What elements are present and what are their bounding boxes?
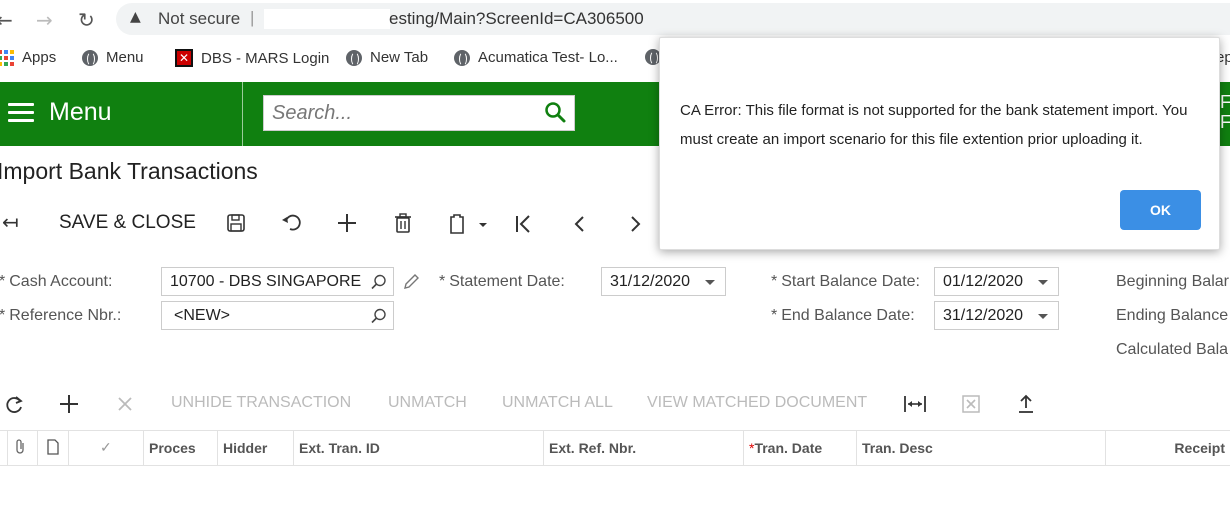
globe-icon [454,49,470,66]
export-excel-icon[interactable] [961,394,981,414]
column-receipt[interactable]: Receipt [1106,431,1230,465]
error-dialog: CA Error: This file format is not suppor… [659,37,1220,250]
lookup-icon[interactable] [371,274,387,290]
address-separator: | [250,8,255,27]
url-text[interactable]: esting/Main?ScreenId=CA306500 [389,9,644,29]
save-icon[interactable] [226,213,246,233]
globe-icon [82,49,98,66]
edit-pencil-icon[interactable] [402,273,420,291]
header-right-partial[interactable]: FF [1220,92,1230,132]
statement-date-field[interactable]: 31/12/2020 [601,267,726,296]
delete-icon[interactable] [394,213,412,233]
unhide-transaction-button[interactable]: UNHIDE TRANSACTION [171,394,351,412]
globe-icon [346,49,362,66]
bookmark-new-tab[interactable]: New Tab [346,49,428,66]
address-bar[interactable]: ▲ Not secure | esting/Main?ScreenId=CA30… [116,3,1230,35]
save-close-button[interactable]: SAVE & CLOSE [59,212,196,234]
row-selector-column[interactable] [0,431,8,465]
bookmark-label: New Tab [370,49,429,66]
unmatch-button[interactable]: UNMATCH [388,394,467,412]
bookmark-label: DBS - MARS Login [201,49,330,67]
error-message: CA Error: This file format is not suppor… [680,102,1188,148]
fit-columns-icon[interactable] [903,394,927,414]
end-balance-date-label: * End Balance Date: [771,307,915,324]
back-icon[interactable]: ↤ [2,210,19,234]
chevron-down-icon[interactable] [1038,314,1048,319]
statement-date-label: * Statement Date: [439,273,565,290]
bookmark-acumatica-test[interactable]: Acumatica Test- Lo... [454,49,618,66]
back-arrow-icon[interactable]: ← [0,8,13,32]
search-input[interactable] [264,96,534,130]
first-record-icon[interactable] [514,214,534,234]
paperclip-icon [16,439,24,454]
delete-row-icon[interactable] [117,396,133,412]
attachment-column[interactable] [8,431,38,465]
document-icon [47,439,59,455]
column-ext-ref-nbr[interactable]: Ext. Ref. Nbr. [544,431,744,465]
redacted-host [264,9,390,29]
unmatch-all-button[interactable]: UNMATCH ALL [502,394,613,412]
beginning-balance-label: Beginning Balar [1116,273,1229,290]
security-label[interactable]: Not secure [158,9,240,29]
reload-icon[interactable]: ↻ [78,8,95,32]
next-record-icon[interactable] [625,214,645,234]
search-icon[interactable] [544,101,568,125]
cash-account-label: *Cash Account: [0,273,113,290]
ok-button[interactable]: OK [1120,190,1201,230]
dbs-logo-icon: ✕ [175,49,193,67]
add-icon[interactable] [337,213,357,233]
menu-button[interactable]: Menu [0,82,243,146]
search-box [263,95,575,131]
hamburger-icon [8,103,34,123]
selected-checkmark-column[interactable]: ✓ [69,431,144,465]
bookmark-label: Acumatica Test- Lo... [478,49,618,66]
reference-nbr-label: *Reference Nbr.: [0,307,122,324]
apps-grid-icon [0,49,14,66]
forward-arrow-icon[interactable]: → [36,8,53,32]
column-processed[interactable]: Proces [144,431,218,465]
upload-icon[interactable] [1016,394,1036,414]
notes-column[interactable] [38,431,69,465]
end-balance-date-field[interactable]: 31/12/2020 [934,301,1059,330]
start-balance-date-field[interactable]: 01/12/2020 [934,267,1059,296]
chevron-down-icon[interactable] [705,280,715,285]
calculated-balance-label: Calculated Bala [1116,341,1229,358]
bookmark-label: Menu [106,49,144,66]
lookup-icon[interactable] [371,308,387,324]
chevron-down-icon[interactable] [1038,280,1048,285]
column-hidden[interactable]: Hidder [218,431,294,465]
undo-icon[interactable] [281,213,303,233]
column-ext-tran-id[interactable]: Ext. Tran. ID [294,431,544,465]
column-tran-date[interactable]: *Tran. Date [744,431,857,465]
ending-balance-label: Ending Balance [1116,307,1229,324]
refresh-icon[interactable] [5,395,25,415]
column-tran-desc[interactable]: Tran. Desc [857,431,1106,465]
previous-record-icon[interactable] [570,214,590,234]
cash-account-field[interactable]: 10700 - DBS SINGAPORE [161,267,394,296]
grid-header: ✓ Proces Hidder Ext. Tran. ID Ext. Ref. … [0,430,1230,466]
clipboard-dropdown-icon[interactable] [448,213,490,235]
start-balance-date-label: * Start Balance Date: [771,273,920,290]
bookmark-label: Apps [22,49,57,66]
page-title: Import Bank Transactions [0,158,258,184]
bookmark-menu[interactable]: Menu [82,49,144,66]
warning-icon[interactable]: ▲ [130,9,141,25]
reference-nbr-field[interactable]: <NEW> [161,301,394,330]
bookmark-dbs-mars[interactable]: ✕ DBS - MARS Login [175,49,329,67]
menu-label: Menu [49,98,112,126]
bookmark-apps[interactable]: Apps [0,49,56,66]
view-matched-document-button[interactable]: VIEW MATCHED DOCUMENT [647,394,867,412]
add-row-icon[interactable] [59,394,79,414]
